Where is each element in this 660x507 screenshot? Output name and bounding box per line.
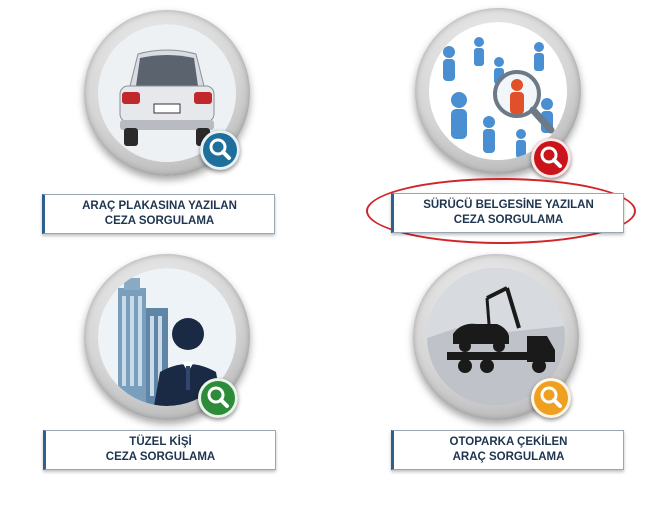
business-image-ring[interactable] — [84, 254, 250, 420]
search-icon — [209, 138, 231, 160]
search-icon — [207, 386, 229, 408]
label-line2: ARAÇ SORGULAMA — [452, 451, 565, 463]
people-image-ring[interactable] — [415, 8, 581, 178]
search-badge[interactable] — [531, 138, 571, 178]
search-badge[interactable] — [198, 378, 238, 418]
search-badge[interactable] — [531, 378, 571, 418]
label-line1: ARAÇ PLAKASINA YAZILAN — [82, 200, 237, 212]
label-line1: SÜRÜCÜ BELGESİNE YAZILAN — [423, 199, 594, 211]
search-icon — [540, 146, 562, 168]
tow-image-ring[interactable] — [413, 254, 579, 420]
label-line2: CEZA SORGULAMA — [453, 214, 564, 226]
driver-license-label[interactable]: SÜRÜCÜ BELGESİNE YAZILAN CEZA SORGULAMA — [391, 193, 624, 233]
legal-entity-label[interactable]: TÜZEL KİŞİ CEZA SORGULAMA — [43, 430, 276, 470]
search-icon — [540, 386, 562, 408]
label-line1: TÜZEL KİŞİ — [129, 436, 192, 448]
label-line2: CEZA SORGULAMA — [105, 451, 216, 463]
vehicle-image-ring[interactable] — [84, 10, 250, 176]
label-line2: CEZA SORGULAMA — [104, 215, 215, 227]
search-badge[interactable] — [200, 130, 240, 170]
label-line1: OTOPARKA ÇEKİLEN — [449, 436, 568, 448]
towed-vehicle-label[interactable]: OTOPARKA ÇEKİLEN ARAÇ SORGULAMA — [391, 430, 624, 470]
vehicle-plate-label[interactable]: ARAÇ PLAKASINA YAZILAN CEZA SORGULAMA — [42, 194, 275, 234]
